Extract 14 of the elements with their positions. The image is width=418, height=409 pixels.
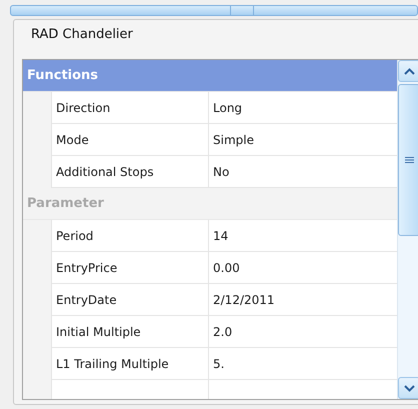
- grip-icon: [404, 157, 414, 163]
- property-name: Initial Multiple: [51, 316, 208, 348]
- property-name: EntryDate: [51, 284, 208, 316]
- scroll-up-button[interactable]: [398, 60, 418, 82]
- property-name: Mode: [51, 124, 208, 156]
- chevron-down-icon: [404, 384, 414, 392]
- property-name: EntryPrice: [51, 252, 208, 284]
- panel-title: RAD Chandelier: [30, 26, 134, 44]
- property-name: Period: [51, 220, 208, 252]
- scroll-down-button[interactable]: [398, 377, 418, 399]
- chevron-up-icon: [404, 68, 414, 74]
- scrollbar-thumb[interactable]: [398, 84, 418, 236]
- property-name: Direction: [51, 92, 208, 124]
- property-name: L1 Trailing Multiple: [51, 348, 208, 380]
